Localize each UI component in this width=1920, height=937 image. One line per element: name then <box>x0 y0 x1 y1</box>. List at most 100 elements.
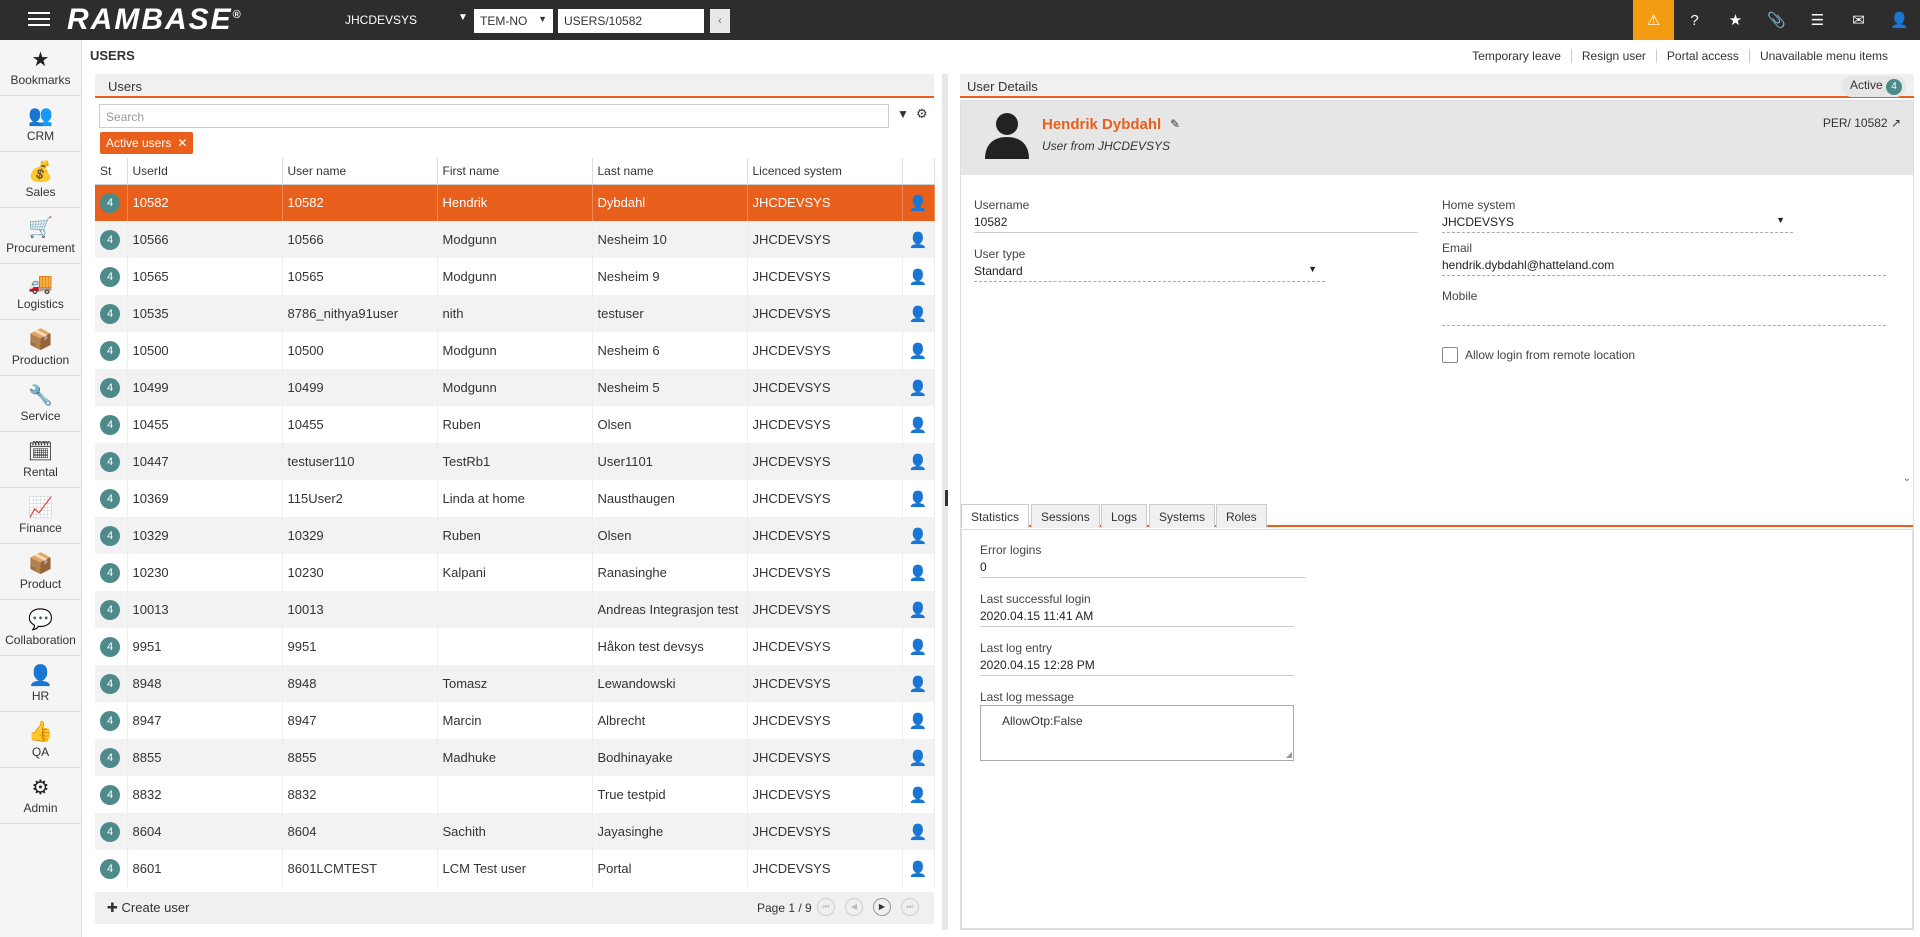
person-icon[interactable]: 👤 <box>909 713 928 730</box>
person-icon[interactable]: 👤 <box>909 528 928 545</box>
company-select[interactable]: TEM-NO ▼ <box>474 9 553 33</box>
person-icon[interactable]: 👤 <box>909 306 928 323</box>
table-row[interactable]: 4 8604 8604 Sachith Jayasinghe JHCDEVSYS 👤 <box>95 813 935 850</box>
nav-item-finance[interactable]: 📈 Finance <box>0 488 81 544</box>
search-input[interactable]: Search <box>99 104 889 128</box>
next-page-icon[interactable]: ▶ <box>873 898 891 916</box>
active-users-filter-chip[interactable]: Active users ✕ <box>100 132 194 154</box>
collapse-icon[interactable]: ⌄ <box>1903 473 1911 484</box>
nav-item-bookmarks[interactable]: ★ Bookmarks <box>0 40 81 96</box>
edit-pencil-icon[interactable]: ✎ <box>1170 117 1180 131</box>
nav-item-sales[interactable]: 💰 Sales <box>0 152 81 208</box>
nav-item-crm[interactable]: 👥 CRM <box>0 96 81 152</box>
table-row[interactable]: 4 10455 10455 Ruben Olsen JHCDEVSYS 👤 <box>95 406 935 443</box>
resize-grip-icon[interactable]: ◢ <box>1286 750 1292 759</box>
portal-access-link[interactable]: Portal access <box>1655 49 1749 63</box>
nav-item-production[interactable]: 📦 Production <box>0 320 81 376</box>
table-row[interactable]: 4 10329 10329 Ruben Olsen JHCDEVSYS 👤 <box>95 517 935 554</box>
table-row[interactable]: 4 8832 8832 True testpid JHCDEVSYS 👤 <box>95 776 935 813</box>
person-icon[interactable]: 👤 <box>909 380 928 397</box>
person-icon[interactable]: 👤 <box>909 269 928 286</box>
status-badge[interactable]: Active 4 <box>1841 76 1906 97</box>
table-row[interactable]: 4 10499 10499 Modgunn Nesheim 5 JHCDEVSYS 👤 <box>95 369 935 406</box>
column-header-st[interactable]: St <box>95 158 128 185</box>
person-icon[interactable]: 👤 <box>909 417 928 434</box>
rambase-logo[interactable]: RAMBASE® <box>67 3 243 37</box>
nav-item-rental[interactable]: 🗓 Rental <box>0 432 81 488</box>
person-reference-link[interactable]: PER/ 10582 ↗ <box>1823 116 1901 130</box>
warning-icon[interactable]: ⚠ <box>1633 0 1674 40</box>
mobile-field[interactable] <box>1442 306 1886 326</box>
nav-item-service[interactable]: 🔧 Service <box>0 376 81 432</box>
user-icon[interactable]: 👤 <box>1879 0 1920 40</box>
first-page-icon[interactable]: ⏮ <box>817 898 835 916</box>
person-icon[interactable]: 👤 <box>909 491 928 508</box>
table-row[interactable]: 4 10500 10500 Modgunn Nesheim 6 JHCDEVSYS 👤 <box>95 332 935 369</box>
person-icon[interactable]: 👤 <box>909 676 928 693</box>
table-row[interactable]: 4 10582 10582 Hendrik Dybdahl JHCDEVSYS 👤 <box>95 184 935 221</box>
nav-item-collaboration[interactable]: 💬 Collaboration <box>0 600 81 656</box>
nav-item-admin[interactable]: ⚙ Admin <box>0 768 81 824</box>
person-icon[interactable]: 👤 <box>909 602 928 619</box>
hamburger-menu-icon[interactable] <box>28 8 50 30</box>
person-icon[interactable]: 👤 <box>909 565 928 582</box>
column-header-lastname[interactable]: Last name <box>592 158 748 185</box>
back-button[interactable]: ‹ <box>710 9 730 33</box>
tab-statistics[interactable]: Statistics <box>961 504 1030 528</box>
person-icon[interactable]: 👤 <box>909 343 928 360</box>
table-row[interactable]: 4 10447 testuser110 TestRb1 User1101 JHCDEVSY… <box>95 443 935 480</box>
home-system-select[interactable]: JHCDEVSYS ▼ <box>1442 215 1793 233</box>
nav-item-procurement[interactable]: 🛒 Procurement <box>0 208 81 264</box>
path-input[interactable] <box>558 9 704 33</box>
last-page-icon[interactable]: ⏭ <box>901 898 919 916</box>
table-row[interactable]: 4 10565 10565 Modgunn Nesheim 9 JHCDEVSYS 👤 <box>95 258 935 295</box>
prev-page-icon[interactable]: ◀ <box>845 898 863 916</box>
tab-logs[interactable]: Logs <box>1101 504 1148 528</box>
person-icon[interactable]: 👤 <box>909 750 928 767</box>
nav-item-logistics[interactable]: 🚚 Logistics <box>0 264 81 320</box>
table-row[interactable]: 4 10369 115User2 Linda at home Nausthaugen JH… <box>95 480 935 517</box>
person-icon[interactable]: 👤 <box>909 195 928 212</box>
table-row[interactable]: 4 8947 8947 Marcin Albrecht JHCDEVSYS 👤 <box>95 702 935 739</box>
paperclip-icon[interactable]: 📎 <box>1756 0 1797 40</box>
help-icon[interactable]: ? <box>1674 0 1715 40</box>
tab-sessions[interactable]: Sessions <box>1031 504 1100 528</box>
column-header-firstname[interactable]: First name <box>437 158 593 185</box>
nav-item-hr[interactable]: 👤 HR <box>0 656 81 712</box>
remote-login-checkbox[interactable] <box>1442 347 1458 363</box>
gear-icon[interactable]: ⚙ <box>916 106 928 122</box>
temporary-leave-link[interactable]: Temporary leave <box>1462 49 1571 63</box>
table-row[interactable]: 4 8948 8948 Tomasz Lewandowski JHCDEVSYS 👤 <box>95 665 935 702</box>
person-icon[interactable]: 👤 <box>909 232 928 249</box>
unavailable-menu-items-link[interactable]: Unavailable menu items <box>1748 49 1898 63</box>
column-header-username[interactable]: User name <box>282 158 438 185</box>
person-icon[interactable]: 👤 <box>909 787 928 804</box>
column-header-userid[interactable]: UserId <box>127 158 283 185</box>
nav-item-qa[interactable]: 👍 QA <box>0 712 81 768</box>
email-field[interactable]: hendrik.dybdahl@hatteland.com <box>1442 258 1886 276</box>
splitter-handle[interactable] <box>945 490 948 506</box>
table-row[interactable]: 4 10535 8786_nithya91user nith testuser JHCDE… <box>95 295 935 332</box>
person-icon[interactable]: 👤 <box>909 639 928 656</box>
tab-systems[interactable]: Systems <box>1149 504 1216 528</box>
person-icon[interactable]: 👤 <box>909 824 928 841</box>
person-icon[interactable]: 👤 <box>909 861 928 878</box>
filter-icon[interactable]: ▼ <box>897 107 909 121</box>
table-row[interactable]: 4 10230 10230 Kalpani Ranasinghe JHCDEVSYS 👤 <box>95 554 935 591</box>
external-link-icon[interactable]: ↗ <box>1891 116 1901 130</box>
column-header-licenced-system[interactable]: Licenced system <box>747 158 903 185</box>
table-row[interactable]: 4 9951 9951 Håkon test devsys JHCDEVSYS 👤 <box>95 628 935 665</box>
person-icon[interactable]: 👤 <box>909 454 928 471</box>
resign-user-link[interactable]: Resign user <box>1570 49 1656 63</box>
nav-item-product[interactable]: 📦 Product <box>0 544 81 600</box>
star-icon[interactable]: ★ <box>1715 0 1756 40</box>
table-row[interactable]: 4 10566 10566 Modgunn Nesheim 10 JHCDEVSYS 👤 <box>95 221 935 258</box>
list-icon[interactable]: ☰ <box>1797 0 1838 40</box>
create-user-button[interactable]: ✚ Create user <box>107 900 189 916</box>
mail-icon[interactable]: ✉ <box>1838 0 1879 40</box>
table-row[interactable]: 4 8601 8601LCMTEST LCM Test user Portal JHCDE… <box>95 850 935 887</box>
user-type-select[interactable]: Standard ▼ <box>974 264 1325 282</box>
system-dropdown-arrow-icon[interactable]: ▼ <box>458 12 468 23</box>
username-field[interactable]: 10582 <box>974 215 1418 233</box>
table-row[interactable]: 4 10013 10013 Andreas Integrasjon test JHCDE… <box>95 591 935 628</box>
